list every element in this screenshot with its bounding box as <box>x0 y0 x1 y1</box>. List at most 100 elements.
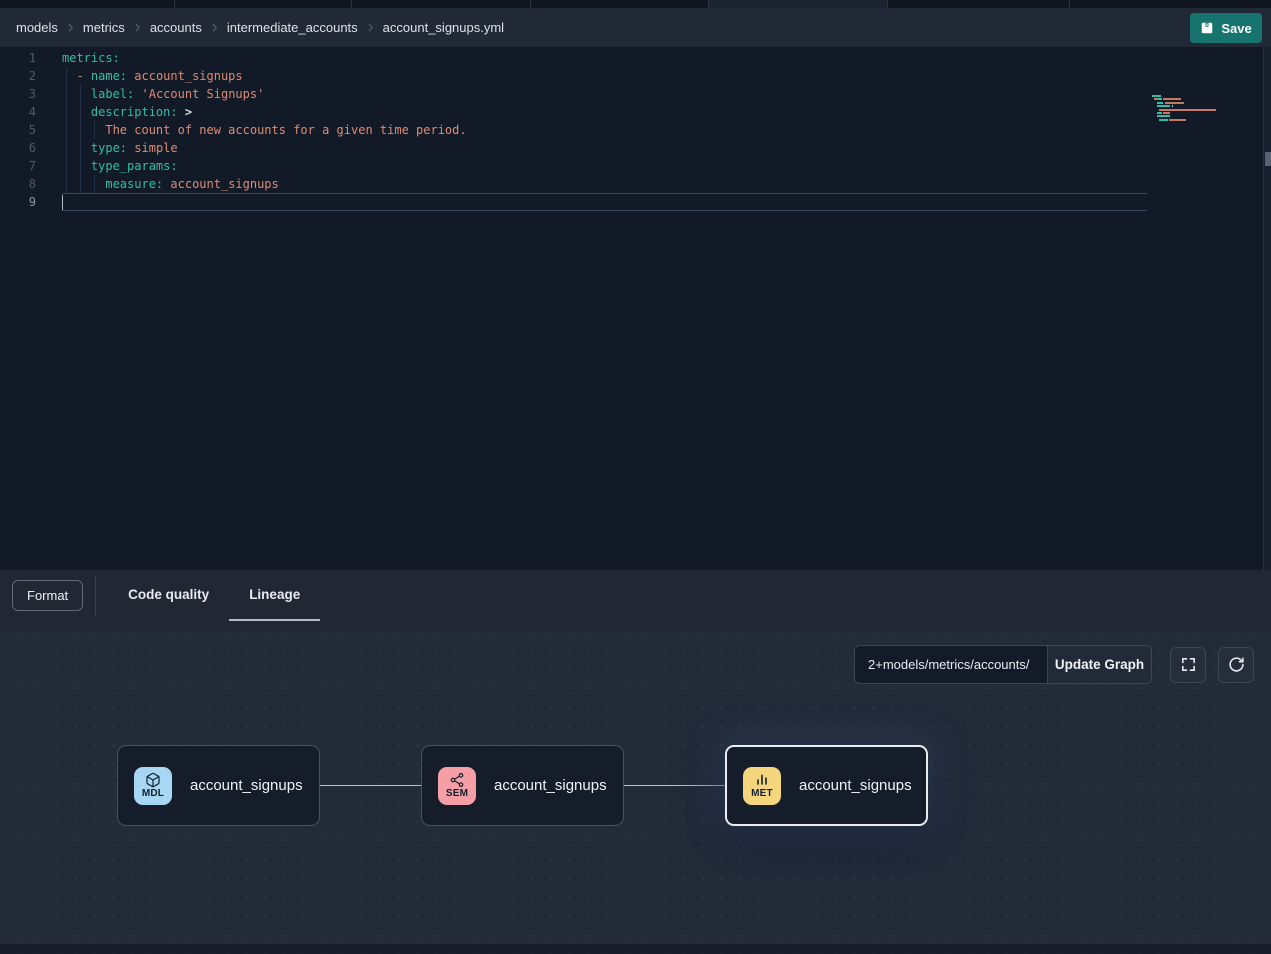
panel-tabs-row: Format Code qualityLineage <box>0 570 1271 621</box>
refresh-icon <box>1228 656 1245 673</box>
minimap-line <box>1152 95 1256 97</box>
share-icon <box>449 772 465 788</box>
minimap-token <box>1152 109 1159 111</box>
tab-code-quality[interactable]: Code quality <box>108 570 229 621</box>
code-line-content: type_params: <box>62 157 1147 175</box>
window-tab-strip <box>0 0 1271 8</box>
minimap-token <box>1163 98 1180 100</box>
code-line[interactable]: 8 measure: account_signups <box>0 175 1271 193</box>
save-label: Save <box>1221 21 1251 36</box>
code-line[interactable]: 2 - name: account_signups <box>0 67 1271 85</box>
code-token <box>62 123 105 137</box>
node-badge-label: SEM <box>446 788 468 799</box>
fullscreen-button[interactable] <box>1170 647 1206 683</box>
node-badge: MET <box>743 767 781 805</box>
line-number: 2 <box>0 67 36 85</box>
indent-guide <box>80 103 81 121</box>
bottom-panel: Format Code qualityLineage Update Graph <box>0 570 1271 954</box>
lineage-node-mdl[interactable]: MDLaccount_signups <box>117 745 320 826</box>
tab-lineage[interactable]: Lineage <box>229 570 320 621</box>
line-number: 5 <box>0 121 36 139</box>
update-graph-button[interactable]: Update Graph <box>1047 646 1151 683</box>
minimap-token <box>1165 102 1185 104</box>
minimap[interactable] <box>1152 95 1256 122</box>
code-token: description: <box>91 105 178 119</box>
lineage-node-met[interactable]: METaccount_signups <box>725 745 928 826</box>
window-tab-active[interactable] <box>709 0 888 8</box>
minimap-line <box>1152 119 1256 121</box>
minimap-token <box>1157 102 1164 104</box>
chevron-right-icon <box>209 22 220 33</box>
line-number: 3 <box>0 85 36 103</box>
code-token: type_params: <box>91 159 178 173</box>
code-token <box>178 105 185 119</box>
code-editor[interactable]: 1metrics:2 - name: account_signups3 labe… <box>0 47 1271 570</box>
lineage-node-sem[interactable]: SEM account_signups <box>421 745 624 826</box>
node-label: account_signups <box>494 777 607 794</box>
code-line[interactable]: 9 <box>0 193 1271 211</box>
code-token: account_signups <box>170 177 278 191</box>
indent-guide <box>94 121 95 139</box>
code-token: label: <box>91 87 134 101</box>
indent-guide <box>66 121 67 139</box>
breadcrumb-item[interactable]: accounts <box>150 20 202 35</box>
lineage-selector-input[interactable] <box>855 646 1047 683</box>
code-token <box>62 177 105 191</box>
line-number: 9 <box>0 193 36 211</box>
code-line[interactable]: 4 description: > <box>0 103 1271 121</box>
save-button[interactable]: Save <box>1190 13 1262 43</box>
window-tab[interactable] <box>175 0 352 8</box>
code-token: - <box>76 69 90 83</box>
code-line-content: description: > <box>62 103 1147 121</box>
code-token: metrics: <box>62 51 120 65</box>
window-tab[interactable] <box>352 0 531 8</box>
indent-guide <box>80 139 81 157</box>
code-line[interactable]: 3 label: 'Account Signups' <box>0 85 1271 103</box>
indent-guide <box>66 139 67 157</box>
minimap-line <box>1152 102 1256 104</box>
code-line[interactable]: 1metrics: <box>0 49 1271 67</box>
indent-guide <box>80 157 81 175</box>
line-number: 7 <box>0 157 36 175</box>
minimap-token <box>1152 95 1161 97</box>
breadcrumb-item[interactable]: metrics <box>83 20 125 35</box>
breadcrumb-item[interactable]: models <box>16 20 58 35</box>
window-tab[interactable] <box>1070 0 1271 8</box>
code-token: measure: <box>105 177 163 191</box>
breadcrumb-item[interactable]: intermediate_accounts <box>227 20 358 35</box>
window-tab[interactable] <box>0 0 175 8</box>
window-tab[interactable] <box>888 0 1070 8</box>
indent-guide <box>94 175 95 193</box>
code-token <box>62 69 76 83</box>
window-tab[interactable] <box>531 0 709 8</box>
code-line[interactable]: 5 The count of new accounts for a given … <box>0 121 1271 139</box>
lineage-edge <box>624 785 725 787</box>
minimap-token <box>1172 105 1173 107</box>
breadcrumb-bar: models metrics accounts intermediate_accoun… <box>0 8 1271 47</box>
node-badge-label: MET <box>751 788 773 799</box>
graph-toolbar: Update Graph <box>854 645 1254 684</box>
lineage-edge <box>320 785 421 787</box>
chevron-right-icon <box>132 22 143 33</box>
scrollbar-thumb[interactable] <box>1265 152 1271 166</box>
code-line[interactable]: 6 type: simple <box>0 139 1271 157</box>
node-badge-label: MDL <box>142 788 164 799</box>
code-line-content: label: 'Account Signups' <box>62 85 1147 103</box>
format-button[interactable]: Format <box>12 580 83 611</box>
minimap-line <box>1152 105 1256 107</box>
refresh-button[interactable] <box>1218 647 1254 683</box>
indent-guide <box>66 103 67 121</box>
panel-tabs: Code qualityLineage <box>108 570 320 621</box>
lineage-node-row: MDLaccount_signups SEM account_signups METa… <box>117 745 928 826</box>
editor-scrollbar[interactable] <box>1263 47 1271 570</box>
chevron-right-icon <box>365 22 376 33</box>
lineage-graph[interactable]: Update Graph MD <box>0 632 1271 954</box>
indent-guide <box>80 85 81 103</box>
code-line[interactable]: 7 type_params: <box>0 157 1271 175</box>
minimap-token <box>1157 115 1171 117</box>
selector-group: Update Graph <box>854 645 1152 684</box>
code-line-content: type: simple <box>62 139 1147 157</box>
minimap-token <box>1159 119 1168 121</box>
breadcrumb-item[interactable]: account_signups.yml <box>383 20 504 35</box>
cube-icon <box>145 772 161 788</box>
